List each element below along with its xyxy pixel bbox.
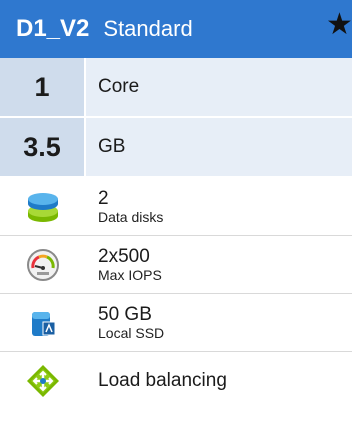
load-balancer-icon: [0, 363, 86, 399]
card-header: D1_V2 Standard ★: [0, 0, 352, 58]
iops-value: 2x500: [98, 245, 150, 267]
core-count: 1: [0, 58, 86, 116]
core-label: Core: [86, 58, 352, 116]
ssd-size: 50 GB: [98, 303, 152, 325]
data-disk-count: 2: [98, 187, 109, 209]
data-disk-label: Data disks: [98, 208, 164, 225]
feature-iops: 2x500 Max IOPS: [0, 236, 352, 294]
ssd-label: Local SSD: [98, 324, 165, 341]
memory-label: GB: [86, 118, 352, 176]
spec-row-memory: 3.5 GB: [0, 118, 352, 178]
feature-load-balancing: Load balancing: [0, 352, 352, 410]
load-balancing-label: Load balancing: [98, 370, 227, 391]
vm-size-card[interactable]: D1_V2 Standard ★ 1 Core 3.5 GB 2 Data di…: [0, 0, 352, 425]
iops-label: Max IOPS: [98, 266, 162, 283]
spec-row-cores: 1 Core: [0, 58, 352, 118]
gauge-icon: [0, 248, 86, 282]
ssd-icon: [0, 306, 86, 340]
vm-tier-name: D1_V2: [16, 15, 90, 42]
memory-amount: 3.5: [0, 118, 86, 176]
vm-plan-name: Standard: [103, 16, 193, 41]
feature-local-ssd: 50 GB Local SSD: [0, 294, 352, 352]
star-icon[interactable]: ★: [326, 10, 352, 40]
feature-data-disks: 2 Data disks: [0, 178, 352, 236]
disk-stack-icon: [0, 190, 86, 224]
